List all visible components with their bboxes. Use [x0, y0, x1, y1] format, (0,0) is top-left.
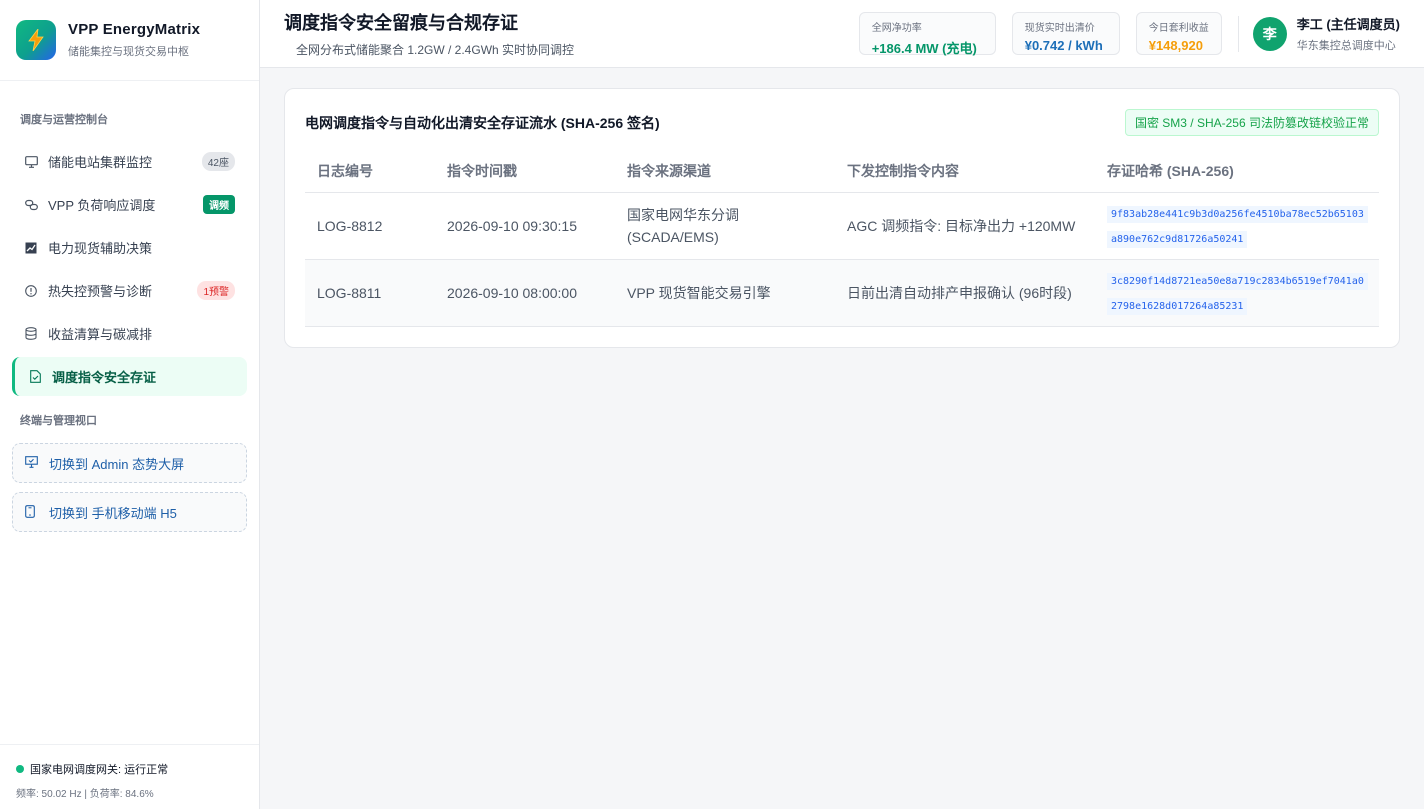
page-title: 调度指令安全留痕与合规存证	[284, 13, 518, 33]
column-header-hash: 存证哈希 (SHA-256)	[1095, 150, 1379, 193]
cell-timestamp: 2026-09-10 08:00:00	[435, 259, 615, 327]
cell-command: AGC 调频指令: 目标净出力 +120MW	[835, 192, 1095, 260]
user-org: 华东集控总调度中心	[1296, 40, 1396, 52]
sidebar-item-label: 调度指令安全存证	[52, 370, 157, 385]
cell-command: 日前出清自动排产申报确认 (96时段)	[835, 259, 1095, 327]
kpi-label: 全网净功率	[871, 23, 922, 34]
gateway-status-text: 国家电网调度网关: 运行正常	[30, 764, 169, 776]
kpi-spot-price: 现货实时出清价 ¥0.742 / kWh	[1011, 12, 1120, 55]
cell-source: 国家电网华东分调 (SCADA/EMS)	[615, 192, 835, 260]
cell-hash: 9f83ab28e441c9b3d0a256fe4510ba78ec52b651…	[1095, 192, 1379, 260]
user-name: 李工 (主任调度员)	[1296, 17, 1400, 32]
sidebar-item-spot-market[interactable]: 电力现货辅助决策	[12, 228, 247, 267]
chart-icon	[24, 241, 38, 255]
top-header: 调度指令安全留痕与合规存证 全网分布式储能聚合 1.2GW / 2.4GWh 实…	[260, 0, 1424, 68]
cell-hash: 3c8290f14d8721ea50e8a719c2834b6519ef7041…	[1095, 259, 1379, 327]
brand-subtitle: 储能集控与现货交易中枢	[68, 46, 189, 58]
cell-timestamp: 2026-09-10 09:30:15	[435, 192, 615, 260]
gateway-status-footer: 国家电网调度网关: 运行正常 频率: 50.02 Hz | 负荷率: 84.6%	[0, 744, 259, 809]
presentation-icon	[25, 456, 39, 470]
alert-circle-icon	[24, 284, 38, 298]
page-subtitle: 全网分布式储能聚合 1.2GW / 2.4GWh 实时协同调控	[296, 43, 575, 57]
header-divider	[1237, 15, 1239, 52]
monitor-icon	[24, 155, 38, 169]
switch-admin-dashboard-button[interactable]: 切换到 Admin 态势大屏	[12, 443, 247, 483]
warning-count-badge: 1预警	[197, 281, 235, 300]
switch-admin-label: 切换到 Admin 态势大屏	[49, 456, 185, 472]
brand-title: VPP EnergyMatrix	[68, 21, 201, 38]
column-header-timestamp: 指令时间戳	[435, 150, 615, 193]
sidebar-item-label: 收益清算与碳减排	[48, 327, 153, 342]
column-header-source: 指令来源渠道	[615, 150, 835, 193]
main-area: 调度指令安全留痕与合规存证 全网分布式储能聚合 1.2GW / 2.4GWh 实…	[260, 0, 1424, 809]
grid-metrics: 频率: 50.02 Hz | 负荷率: 84.6%	[16, 789, 154, 800]
table-row[interactable]: LOG-8811 2026-09-10 08:00:00 VPP 现货智能交易引…	[305, 259, 1379, 327]
switch-mobile-h5-button[interactable]: 切换到 手机移动端 H5	[12, 492, 247, 532]
hash-value: 9f83ab28e441c9b3d0a256fe4510ba78ec52b651…	[1107, 205, 1368, 248]
verification-status-badge: 国密 SM3 / SHA-256 司法防篡改链校验正常	[1124, 109, 1379, 136]
sidebar-item-label: 热失控预警与诊断	[48, 284, 153, 299]
sidebar-item-thermal-warning[interactable]: 热失控预警与诊断 1预警	[12, 271, 247, 310]
evidence-table: 日志编号 指令时间戳 指令来源渠道 下发控制指令内容 存证哈希 (SHA-256…	[305, 150, 1379, 327]
sidebar-item-label: 电力现货辅助决策	[48, 241, 153, 256]
kpi-label: 现货实时出清价	[1024, 23, 1095, 34]
brand: VPP EnergyMatrix 储能集控与现货交易中枢	[0, 0, 259, 81]
sidebar-item-label: VPP 负荷响应调度	[48, 198, 156, 213]
content-area: 电网调度指令与自动化出清安全存证流水 (SHA-256 签名) 国密 SM3 /…	[260, 68, 1424, 368]
station-count-badge: 42座	[201, 152, 235, 171]
file-check-icon	[28, 370, 42, 384]
sidebar-item-vpp-dispatch[interactable]: VPP 负荷响应调度 调频	[12, 185, 247, 224]
evidence-log-card: 电网调度指令与自动化出清安全存证流水 (SHA-256 签名) 国密 SM3 /…	[284, 88, 1400, 348]
column-header-command: 下发控制指令内容	[835, 150, 1095, 193]
table-row[interactable]: LOG-8812 2026-09-10 09:30:15 国家电网华东分调 (S…	[305, 192, 1379, 260]
lightning-logo-icon	[16, 20, 56, 60]
kpi-arbitrage-income: 今日套利收益 ¥148,920	[1135, 12, 1222, 55]
user-info[interactable]: 李工 (主任调度员) 华东集控总调度中心	[1297, 14, 1400, 53]
kpi-label: 今日套利收益	[1148, 23, 1209, 34]
section-title-terminals: 终端与管理视口	[20, 415, 97, 427]
table-header-row: 日志编号 指令时间戳 指令来源渠道 下发控制指令内容 存证哈希 (SHA-256…	[305, 150, 1379, 193]
status-dot-icon	[16, 765, 24, 773]
sidebar-nav: 储能电站集群监控 42座 VPP 负荷响应调度 调频 电力现货辅助决策 热失控预…	[0, 142, 259, 400]
sidebar: VPP EnergyMatrix 储能集控与现货交易中枢 调度与运营控制台 储能…	[0, 0, 260, 809]
section-title-operations: 调度与运营控制台	[20, 114, 108, 126]
sidebar-item-dispatch-evidence[interactable]: 调度指令安全存证	[12, 357, 247, 396]
column-header-log-id: 日志编号	[305, 150, 435, 193]
switch-mobile-label: 切换到 手机移动端 H5	[49, 505, 177, 521]
hash-value: 3c8290f14d8721ea50e8a719c2834b6519ef7041…	[1107, 272, 1368, 315]
database-icon	[24, 327, 38, 341]
frequency-regulation-badge: 调频	[203, 195, 235, 214]
cell-source: VPP 现货智能交易引擎	[615, 259, 835, 327]
cell-log-id: LOG-8812	[305, 192, 435, 260]
sidebar-item-label: 储能电站集群监控	[48, 155, 153, 170]
gateway-status: 国家电网调度网关: 运行正常	[16, 761, 243, 777]
avatar[interactable]: 李	[1252, 16, 1287, 51]
cell-log-id: LOG-8811	[305, 259, 435, 327]
kpi-value: ¥148,920	[1148, 38, 1203, 53]
mobile-icon	[25, 505, 39, 519]
kpi-net-power: 全网净功率 +186.4 MW (充电)	[858, 12, 996, 56]
kpi-value: +186.4 MW (充电)	[871, 41, 977, 56]
sidebar-item-settlement[interactable]: 收益清算与碳减排	[12, 314, 247, 353]
sidebar-item-storage-monitor[interactable]: 储能电站集群监控 42座	[12, 142, 247, 181]
kpi-value: ¥0.742 / kWh	[1024, 38, 1103, 53]
card-title: 电网调度指令与自动化出清安全存证流水 (SHA-256 签名)	[305, 114, 660, 131]
link-icon	[24, 198, 38, 212]
